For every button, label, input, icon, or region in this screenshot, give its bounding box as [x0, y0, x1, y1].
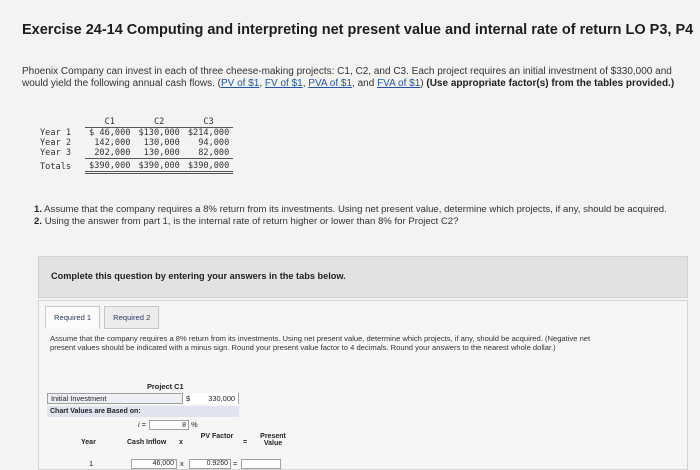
- present-value-input[interactable]: [241, 459, 281, 469]
- table-row: Year 3 202,000 130,000 82,000: [36, 148, 234, 159]
- header-cash-inflow: Cash Inflow: [127, 439, 167, 446]
- table-row: 1 46,000 x 0.9260 =: [47, 459, 307, 470]
- col-header-c2: C2: [134, 117, 184, 128]
- initial-investment-label: Initial Investment: [51, 394, 107, 403]
- instruction-banner: Complete this question by entering your …: [38, 256, 688, 298]
- link-fv-of-1[interactable]: FV of $1: [265, 78, 303, 89]
- rate-input[interactable]: 8: [149, 419, 189, 430]
- questions-list: 1. Assume that the company requires a 8%…: [34, 204, 674, 227]
- pv-factor-input[interactable]: 0.9260: [189, 459, 231, 469]
- table-row: Year 2 142,000 130,000 94,000: [40, 138, 230, 148]
- calc-header-row: Year Cash Inflow x PV Factor = Present V…: [47, 433, 287, 455]
- header-pv-factor: PV Factor: [200, 433, 234, 440]
- tab-instructions: Assume that the company requires a 8% re…: [50, 334, 591, 352]
- cash-inflow-input[interactable]: 46,000: [131, 459, 177, 469]
- equals-sign: =: [233, 459, 238, 468]
- tab-required-1[interactable]: Required 1: [45, 306, 101, 329]
- link-pv-of-1[interactable]: PV of $1: [221, 78, 259, 89]
- question-1: 1. Assume that the company requires a 8%…: [34, 204, 667, 215]
- rate-row: i = 8 %: [113, 419, 239, 430]
- tab-required-2[interactable]: Required 2: [104, 306, 160, 329]
- initial-investment-input[interactable]: $ 330,000: [182, 393, 238, 404]
- totals-row: Totals $390,000 $390,000 $390,000: [36, 158, 234, 174]
- initial-investment-row: Initial Investment $ 330,000: [47, 393, 239, 404]
- header-year: Year: [81, 439, 96, 446]
- header-present-value: Present Value: [260, 433, 286, 447]
- answer-panel: Required 1 Required 2 Assume that the co…: [38, 300, 688, 470]
- chart-values-label: Chart Values are Based on:: [47, 406, 239, 417]
- intro-bold-note: (Use appropriate factor(s) from the tabl…: [426, 78, 675, 89]
- link-fva-of-1[interactable]: FVA of $1: [377, 78, 420, 89]
- cash-flow-table: C1 C2 C3 Year 1 $ 46,000 $130,000 $214,0…: [36, 117, 234, 174]
- link-pva-of-1[interactable]: PVA of $1: [308, 78, 352, 89]
- header-equals: =: [243, 439, 248, 446]
- project-header: Project C1: [147, 382, 184, 391]
- tab-bar: Required 1 Required 2: [45, 306, 160, 329]
- question-2: 2. Using the answer from part 1, is the …: [34, 215, 459, 227]
- rate-label: i =: [137, 420, 146, 429]
- col-header-c3: C3: [183, 117, 234, 128]
- intro-paragraph: Phoenix Company can invest in each of th…: [22, 66, 675, 89]
- page-title: Exercise 24-14 Computing and interpretin…: [22, 22, 694, 38]
- year-cell: 1: [89, 459, 94, 468]
- col-header-c1: C1: [85, 117, 135, 128]
- rate-unit: %: [191, 420, 198, 429]
- header-times: x: [179, 439, 183, 446]
- table-row: Year 1 $ 46,000 $130,000 $214,000: [40, 127, 230, 138]
- times-sign: x: [180, 459, 184, 468]
